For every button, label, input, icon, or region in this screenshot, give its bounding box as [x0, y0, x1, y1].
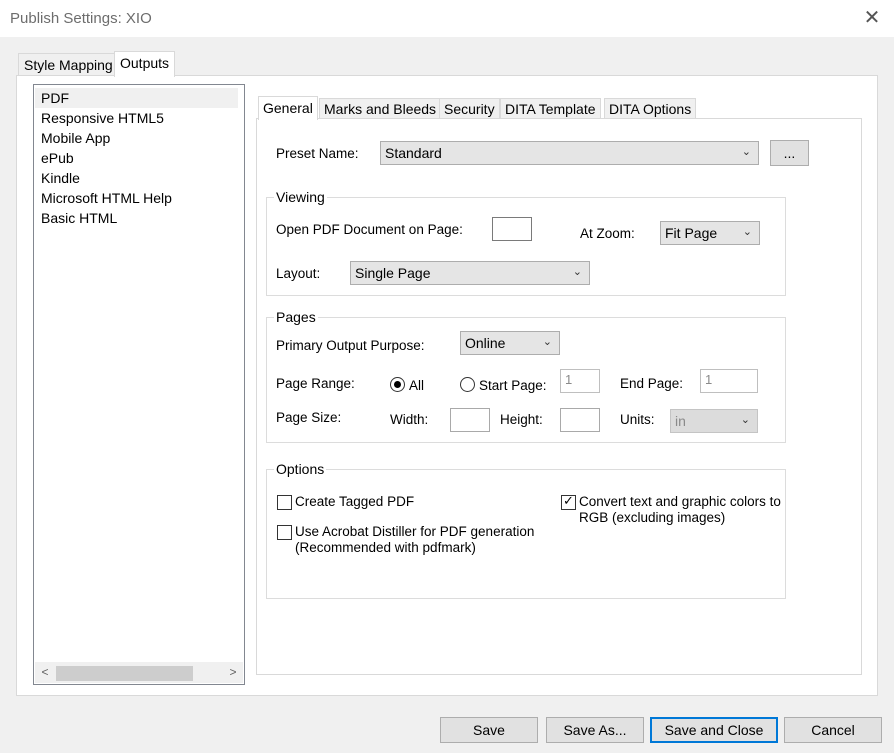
units-value: in [675, 413, 686, 429]
preset-browse-button[interactable]: ... [770, 140, 809, 166]
scroll-thumb[interactable] [56, 666, 193, 681]
zoom-label: At Zoom: [580, 226, 635, 241]
range-start-label: Start Page: [479, 378, 547, 393]
list-item-responsive-html5[interactable]: Responsive HTML5 [41, 108, 164, 128]
rgb-label-line1: Convert text and graphic colors to [579, 494, 781, 509]
chevron-down-icon: ⌄ [742, 226, 752, 238]
layout-select[interactable]: Single Page ⌄ [350, 261, 590, 285]
pages-group-title: Pages [274, 309, 318, 325]
height-input[interactable] [560, 408, 600, 432]
output-format-list[interactable]: PDF Responsive HTML5 Mobile App ePub Kin… [33, 84, 245, 685]
tab-dita-template[interactable]: DITA Template [500, 98, 601, 119]
zoom-select[interactable]: Fit Page ⌄ [660, 221, 760, 245]
units-label: Units: [620, 412, 655, 427]
cancel-button[interactable]: Cancel [784, 717, 882, 743]
tab-dita-options[interactable]: DITA Options [604, 98, 697, 119]
open-page-input[interactable] [492, 217, 532, 241]
width-input[interactable] [450, 408, 490, 432]
tab-style-mapping[interactable]: Style Mapping [18, 53, 119, 76]
tagged-pdf-label: Create Tagged PDF [295, 494, 415, 509]
range-all-label: All [409, 378, 425, 393]
distiller-label-line2: (Recommended with pdfmark) [295, 540, 476, 555]
output-purpose-label: Primary Output Purpose: [276, 338, 425, 353]
scroll-right-icon[interactable]: > [225, 664, 241, 680]
rgb-label-line2: RGB (excluding images) [579, 510, 726, 525]
rgb-checkbox[interactable]: ✓ [561, 493, 576, 510]
list-item-basic-html[interactable]: Basic HTML [41, 208, 117, 228]
chevron-down-icon: ⌄ [572, 266, 582, 278]
save-button[interactable]: Save [440, 717, 538, 743]
chevron-down-icon: ⌄ [741, 146, 751, 158]
range-all-radio[interactable] [390, 377, 405, 392]
start-page-input[interactable]: 1 [560, 369, 600, 393]
distiller-checkbox[interactable] [277, 525, 292, 540]
preset-value: Standard [385, 145, 442, 161]
checkmark-icon: ✓ [563, 493, 574, 508]
layout-label: Layout: [276, 266, 321, 281]
zoom-value: Fit Page [665, 225, 718, 241]
chevron-down-icon: ⌄ [542, 336, 552, 348]
list-item-epub[interactable]: ePub [41, 148, 74, 168]
title-bar: Publish Settings: XIO ✕ [0, 0, 894, 38]
chevron-down-icon: ⌄ [740, 414, 750, 426]
list-item-kindle[interactable]: Kindle [41, 168, 80, 188]
tab-security[interactable]: Security [439, 98, 500, 119]
preset-label: Preset Name: [276, 146, 359, 161]
list-item-mobile-app[interactable]: Mobile App [41, 128, 110, 148]
tab-general[interactable]: General [258, 96, 318, 120]
page-range-label: Page Range: [276, 376, 355, 391]
range-start-radio[interactable] [460, 377, 475, 392]
window-title: Publish Settings: XIO [10, 10, 152, 27]
layout-value: Single Page [355, 265, 431, 281]
units-select[interactable]: in ⌄ [670, 409, 758, 433]
horizontal-scrollbar[interactable]: < > [35, 662, 243, 683]
distiller-label-line1: Use Acrobat Distiller for PDF generation [295, 524, 535, 539]
radio-dot [394, 381, 401, 388]
width-label: Width: [390, 412, 429, 427]
height-label: Height: [500, 412, 543, 427]
tagged-pdf-checkbox[interactable] [277, 495, 292, 510]
output-purpose-select[interactable]: Online ⌄ [460, 331, 560, 355]
page-size-label: Page Size: [276, 410, 342, 425]
open-page-label: Open PDF Document on Page: [276, 222, 463, 237]
end-page-label: End Page: [620, 376, 684, 391]
tab-outputs[interactable]: Outputs [114, 51, 176, 77]
save-as-button[interactable]: Save As... [546, 717, 644, 743]
options-group-title: Options [274, 461, 327, 477]
preset-select[interactable]: Standard ⌄ [380, 141, 759, 165]
scroll-left-icon[interactable]: < [37, 664, 53, 680]
output-purpose-value: Online [465, 335, 506, 351]
tab-marks-and-bleeds[interactable]: Marks and Bleeds [319, 98, 442, 119]
list-item-microsoft-html-help[interactable]: Microsoft HTML Help [41, 188, 172, 208]
end-page-input[interactable]: 1 [700, 369, 758, 393]
close-icon[interactable]: ✕ [860, 8, 884, 30]
viewing-group-title: Viewing [274, 189, 327, 205]
save-and-close-button[interactable]: Save and Close [650, 717, 778, 743]
list-item-pdf[interactable]: PDF [35, 88, 238, 108]
